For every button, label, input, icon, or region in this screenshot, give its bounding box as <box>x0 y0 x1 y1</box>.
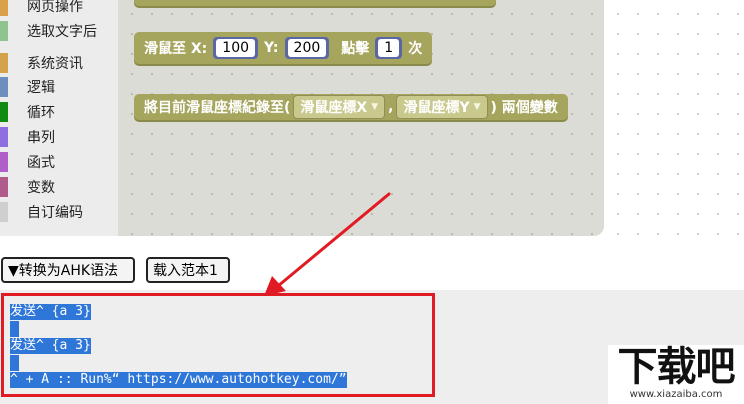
var-dropdown-y[interactable]: 滑鼠座標Y ▼ <box>396 95 488 119</box>
sidebar-item-variable[interactable]: 变数 <box>0 176 118 198</box>
x-value-input[interactable]: 100 <box>216 39 256 57</box>
click-count-slot[interactable]: 1 <box>375 37 403 59</box>
sidebar-item-label: 网页操作 <box>27 0 83 15</box>
var-x-label: 滑鼠座標X <box>300 100 368 116</box>
block-partial-top[interactable] <box>134 0 496 6</box>
chevron-down-icon: ▼ <box>473 102 481 112</box>
block-text-comma: , <box>388 99 394 115</box>
sidebar-item-label: 逻辑 <box>27 80 55 96</box>
sidebar-item-label: 选取文字后 <box>27 24 97 40</box>
block-record-mouse-position[interactable]: 將目前滑鼠座標紀錄至( 滑鼠座標X ▼ , 滑鼠座標Y ▼ ) 兩個變數 <box>134 94 568 120</box>
sidebar-item-custom-code[interactable]: 自订编码 <box>0 201 118 223</box>
block-text-y: Y: <box>264 40 279 56</box>
category-color-swatch <box>0 127 8 147</box>
block-text-record: 將目前滑鼠座標紀錄至( <box>144 100 291 116</box>
x-value-slot[interactable]: 100 <box>213 37 259 59</box>
sidebar-item-label: 系统资讯 <box>27 56 83 72</box>
workspace-scroll-area[interactable] <box>604 0 744 236</box>
sidebar-item-label: 变数 <box>27 180 55 196</box>
category-color-swatch <box>0 53 8 73</box>
sidebar-item-text-select[interactable]: 选取文字后 <box>0 20 118 42</box>
block-mouse-move[interactable]: 滑鼠至 X: 100 Y: 200 點擊 1 次 <box>134 32 433 64</box>
convert-ahk-button[interactable]: ▼转换为AHK语法 <box>1 257 135 283</box>
block-text-mouse-to: 滑鼠至 X: <box>144 41 208 57</box>
category-color-swatch <box>0 152 8 172</box>
y-value-slot[interactable]: 200 <box>284 37 330 59</box>
chevron-down-icon: ▼ <box>371 102 379 112</box>
highlight-annotation-box <box>1 293 435 397</box>
sidebar-item-web[interactable]: 网页操作 <box>0 0 118 17</box>
var-dropdown-x[interactable]: 滑鼠座標X ▼ <box>293 95 386 119</box>
watermark-main-text: 下载吧 <box>617 344 736 390</box>
click-count-input[interactable]: 1 <box>378 39 400 57</box>
block-text-click: 點擊 <box>341 41 370 57</box>
watermark-url: www.xiazaiba.com <box>629 389 723 400</box>
sidebar-item-logic[interactable]: 逻辑 <box>0 76 118 98</box>
var-y-label: 滑鼠座標Y <box>403 100 470 116</box>
sidebar-item-system-info[interactable]: 系统资讯 <box>0 52 118 74</box>
block-text-times: 次 <box>408 41 423 57</box>
sidebar-item-label: 函式 <box>27 155 55 171</box>
category-color-swatch <box>0 77 8 97</box>
sidebar-item-loop[interactable]: 循环 <box>0 101 118 123</box>
category-color-swatch <box>0 0 8 16</box>
sidebar-item-function[interactable]: 函式 <box>0 151 118 173</box>
y-value-input[interactable]: 200 <box>287 39 327 57</box>
watermark-logo: 下载吧 www.xiazaiba.com <box>608 345 744 404</box>
load-sample-button[interactable]: 载入范本1 <box>146 257 230 283</box>
sidebar-item-label: 串列 <box>27 130 55 146</box>
category-color-swatch <box>0 177 8 197</box>
block-text-two-vars: ) 兩個變數 <box>490 100 558 116</box>
sidebar-item-label: 自订编码 <box>27 205 83 221</box>
category-sidebar: 网页操作 选取文字后 系统资讯 逻辑 循环 串列 函式 变数 自订编码 <box>0 0 118 236</box>
category-color-swatch <box>0 102 8 122</box>
category-color-swatch <box>0 202 8 222</box>
sidebar-item-list[interactable]: 串列 <box>0 126 118 148</box>
sidebar-item-label: 循环 <box>27 105 55 121</box>
category-color-swatch <box>0 21 8 41</box>
